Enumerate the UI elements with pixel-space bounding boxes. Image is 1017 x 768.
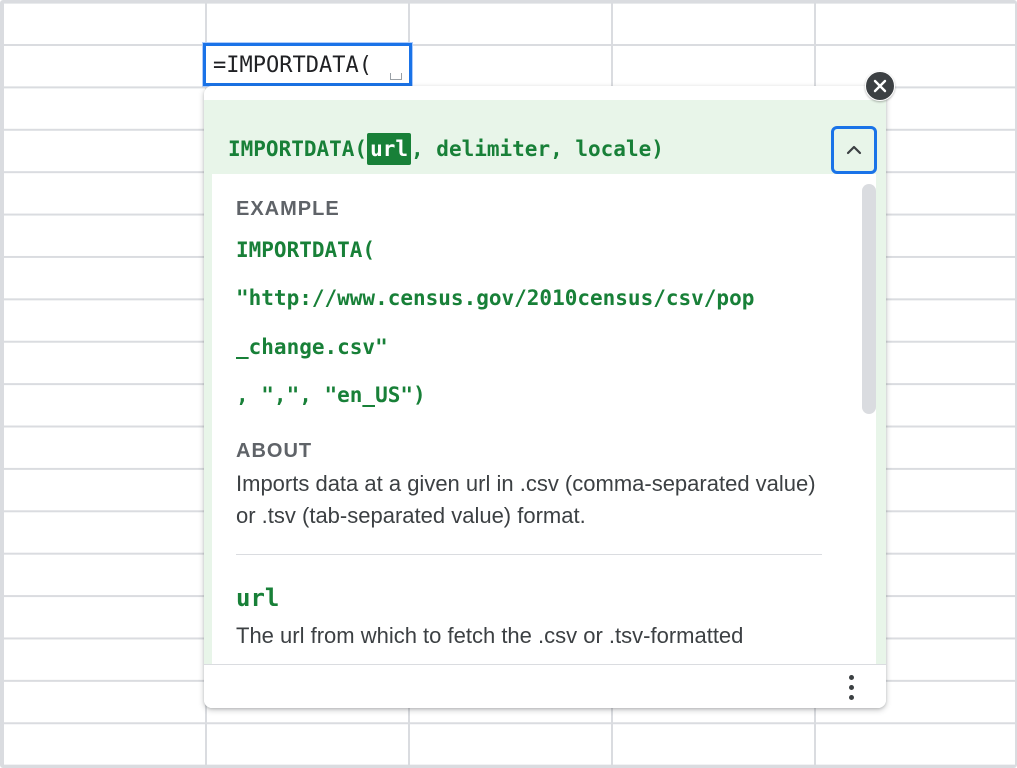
close-icon	[873, 79, 887, 93]
function-name: IMPORTDATA(	[228, 137, 368, 161]
example-line-3: _change.csv"	[236, 335, 388, 359]
formula-help-content[interactable]: EXAMPLE IMPORTDATA( "http://www.census.g…	[212, 174, 876, 664]
about-label: ABOUT	[236, 440, 313, 462]
about-description: Imports data at a given url in .csv (com…	[236, 471, 816, 528]
help-scrollbar[interactable]	[862, 184, 876, 414]
close-help-button[interactable]	[865, 71, 895, 101]
cell-formula-text: =IMPORTDATA(	[213, 53, 372, 78]
formula-help-body: EXAMPLE IMPORTDATA( "http://www.census.g…	[204, 174, 886, 664]
more-options-button[interactable]	[838, 673, 866, 703]
chevron-up-icon	[846, 145, 862, 155]
function-signature: IMPORTDATA(url, delimiter, locale)	[228, 133, 664, 165]
parameter-name: url	[236, 584, 280, 612]
formula-help-footer	[204, 664, 886, 708]
collapse-help-button[interactable]	[831, 126, 877, 174]
example-line-2: "http://www.census.gov/2010census/csv/po…	[236, 286, 755, 310]
parameter-description: The url from which to fetch the .csv or …	[236, 623, 744, 648]
active-parameter: url	[367, 133, 412, 165]
example-line-1: IMPORTDATA(	[236, 238, 376, 262]
active-cell-editor[interactable]: =IMPORTDATA(	[203, 43, 412, 86]
more-vert-icon	[849, 695, 854, 700]
text-cursor-icon	[390, 73, 402, 80]
remaining-parameters: , delimiter, locale)	[411, 137, 664, 161]
more-vert-icon	[849, 675, 854, 680]
formula-help-header: IMPORTDATA(url, delimiter, locale)	[204, 100, 886, 174]
more-vert-icon	[849, 685, 854, 690]
example-label: EXAMPLE	[236, 198, 340, 220]
section-divider	[236, 554, 822, 555]
formula-help-popup: IMPORTDATA(url, delimiter, locale) EXAMP…	[204, 86, 886, 708]
example-line-4: , ",", "en_US")	[236, 383, 426, 407]
